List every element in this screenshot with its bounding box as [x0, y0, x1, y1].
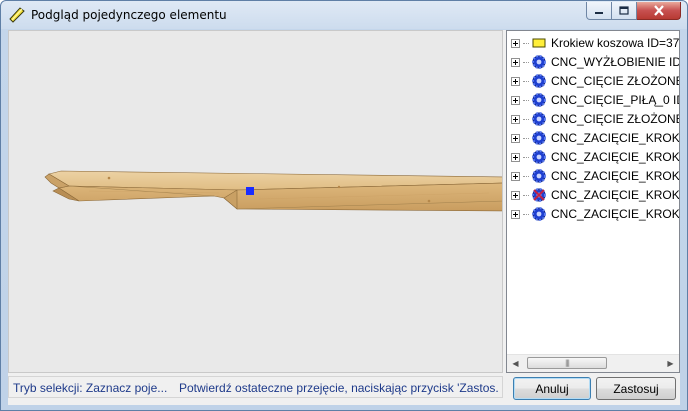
yellow-rectangle-icon	[531, 35, 547, 51]
tree-connector	[523, 99, 529, 101]
expand-icon[interactable]	[511, 209, 520, 219]
tree-item[interactable]: CNC_ZACIĘCIE_KROKW	[511, 167, 680, 185]
expand-icon[interactable]	[511, 114, 520, 124]
tree-item[interactable]: CNC_CIĘCIE ZŁOŻONE I	[511, 72, 680, 90]
cnc-gear-icon	[531, 111, 547, 127]
element-icon	[9, 7, 25, 23]
3d-preview-viewport[interactable]	[8, 30, 503, 373]
tree-item-label: CNC_ZACIĘCIE_KROKW	[551, 188, 680, 202]
tree-item[interactable]: CNC_ZACIĘCIE_KROKW	[511, 205, 680, 223]
selection-marker[interactable]	[246, 187, 254, 195]
tree-connector	[523, 213, 529, 215]
tree-item[interactable]: CNC_ZACIĘCIE_KROKW	[511, 148, 680, 166]
expand-icon[interactable]	[511, 152, 520, 162]
cnc-gear-icon	[531, 168, 547, 184]
cnc-gear-icon	[531, 149, 547, 165]
cnc-gear-icon	[531, 54, 547, 70]
hint-status: Potwierdź ostateczne przejęcie, naciskaj…	[179, 381, 499, 395]
close-icon	[653, 5, 664, 16]
expand-icon[interactable]	[511, 190, 520, 200]
scroll-thumb[interactable]: |||	[527, 357, 607, 369]
element-tree[interactable]: Krokiew koszowa ID=374 CNC_WYŻŁOBIENIE ID…	[506, 30, 680, 373]
tree-connector	[523, 175, 529, 177]
tree-item-label: CNC_CIĘCIE_PIŁĄ_0 ID=	[551, 93, 680, 107]
tree-item[interactable]: CNC_ZACIĘCIE_KROKW	[511, 186, 680, 204]
maximize-button[interactable]	[612, 2, 637, 20]
tree-item[interactable]: CNC_CIĘCIE ZŁOŻONE I	[511, 110, 680, 128]
rafter-3d-model	[44, 170, 502, 212]
tree-connector	[523, 156, 529, 158]
expand-icon[interactable]	[511, 57, 520, 67]
tree-connector	[523, 61, 529, 63]
tree-item-label: CNC_CIĘCIE ZŁOŻONE I	[551, 74, 680, 88]
dialog-content: Krokiew koszowa ID=374 CNC_WYŻŁOBIENIE ID…	[8, 30, 680, 405]
expand-icon[interactable]	[511, 95, 520, 105]
tree-connector	[523, 80, 529, 82]
tree-item-label: CNC_ZACIĘCIE_KROKW	[551, 169, 680, 183]
expand-icon[interactable]	[511, 171, 520, 181]
tree-item-label: CNC_WYŻŁOBIENIE ID=3	[551, 55, 680, 69]
apply-button[interactable]: Zastosuj	[596, 377, 676, 400]
dialog-window: Podgląd pojedynczego elementu Krokiew ko…	[0, 0, 688, 411]
tree-connector	[523, 42, 529, 44]
tree-connector	[523, 118, 529, 120]
cnc-gear-icon	[531, 92, 547, 108]
tree-item[interactable]: Krokiew koszowa ID=374	[511, 34, 680, 52]
tree-item[interactable]: CNC_CIĘCIE_PIŁĄ_0 ID=	[511, 91, 680, 109]
expand-icon[interactable]	[511, 133, 520, 143]
tree-item-label: CNC_ZACIĘCIE_KROKW	[551, 131, 680, 145]
cnc-gear-crossed-icon	[531, 187, 547, 203]
selection-mode-status: Tryb selekcji: Zaznacz poje...	[13, 381, 168, 395]
grip-icon: |||	[564, 359, 570, 367]
expand-icon[interactable]	[511, 76, 520, 86]
tree-connector	[523, 137, 529, 139]
tree-item[interactable]: CNC_WYŻŁOBIENIE ID=3	[511, 53, 680, 71]
window-title: Podgląd pojedynczego elementu	[31, 8, 227, 22]
expand-icon[interactable]	[511, 38, 520, 48]
tree-item-label: Krokiew koszowa ID=374	[551, 36, 680, 50]
cnc-gear-icon	[531, 73, 547, 89]
tree-item-label: CNC_CIĘCIE ZŁOŻONE I	[551, 112, 680, 126]
tree-item[interactable]: CNC_ZACIĘCIE_KROKW	[511, 129, 680, 147]
tree-connector	[523, 194, 529, 196]
close-button[interactable]	[637, 2, 681, 20]
cancel-button[interactable]: Anuluj	[513, 377, 591, 400]
maximize-icon	[619, 6, 629, 15]
tree-item-label: CNC_ZACIĘCIE_KROKW	[551, 207, 680, 221]
status-bar: Tryb selekcji: Zaznacz poje... Potwierdź…	[8, 376, 503, 398]
minimize-icon	[595, 11, 603, 14]
scroll-right-icon[interactable]: ▶	[662, 355, 679, 372]
horizontal-scrollbar[interactable]: ◀ ||| ▶	[507, 354, 679, 372]
scroll-left-icon[interactable]: ◀	[507, 355, 524, 372]
tree-item-label: CNC_ZACIĘCIE_KROKW	[551, 150, 680, 164]
cnc-gear-icon	[531, 206, 547, 222]
minimize-button[interactable]	[586, 2, 612, 20]
cnc-gear-icon	[531, 130, 547, 146]
title-bar[interactable]: Podgląd pojedynczego elementu	[1, 1, 687, 29]
